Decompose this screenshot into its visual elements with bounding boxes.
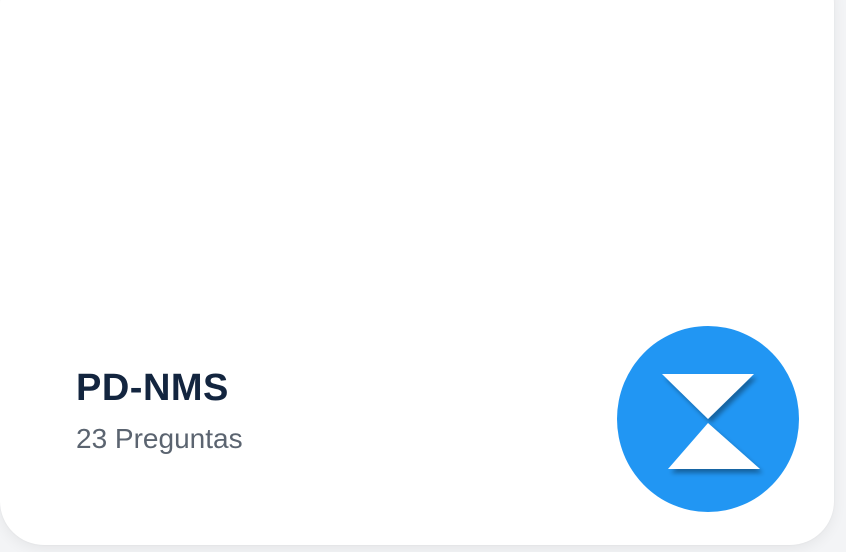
quiz-title: PD-NMS: [76, 367, 229, 409]
hourglass-icon: [617, 326, 799, 512]
timer-badge: [617, 326, 799, 512]
question-count: 23 Preguntas: [76, 423, 243, 454]
